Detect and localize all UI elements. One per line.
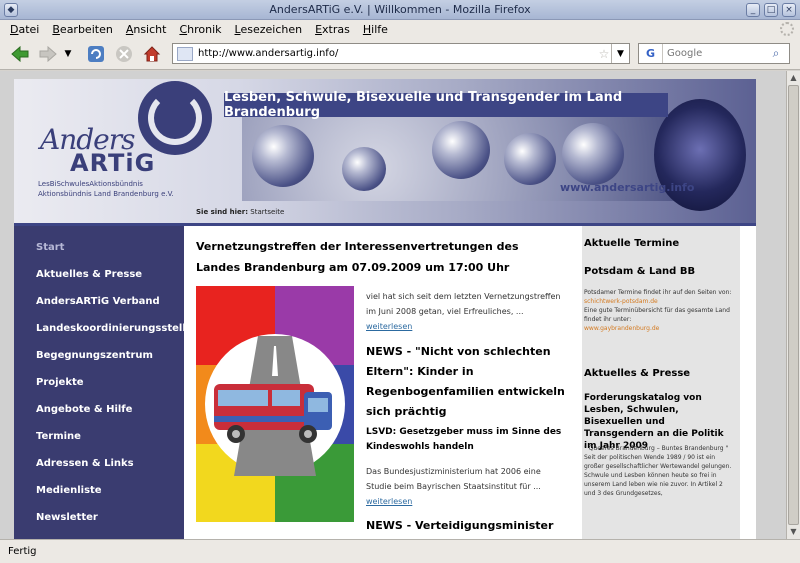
read-more-link-2[interactable]: weiterlesen [366, 497, 412, 506]
nav-item-begegnungszentrum[interactable]: Begegnungszentrum [36, 350, 153, 361]
search-input[interactable] [667, 48, 767, 59]
home-icon [143, 46, 161, 62]
logo-tagline-2: Aktionsbündnis Land Brandenburg e.V. [38, 190, 174, 198]
reload-icon [88, 46, 104, 62]
nav-item-aktuelles[interactable]: Aktuelles & Presse [36, 269, 142, 280]
window-titlebar: ◆ AndersARTiG e.V. | Willkommen - Mozill… [0, 0, 800, 20]
nav-item-newsletter[interactable]: Newsletter [36, 512, 98, 523]
banner-sphere [562, 123, 624, 185]
bookmark-star-icon[interactable]: ☆ [597, 47, 611, 61]
site-icon [177, 46, 193, 61]
nav-item-verband[interactable]: AndersARTiG Verband [36, 296, 160, 307]
search-engine-icon[interactable]: G [639, 44, 663, 63]
banner-sphere [342, 147, 386, 191]
scroll-down-icon[interactable]: ▼ [787, 525, 800, 539]
window-menu-icon[interactable]: ◆ [4, 3, 18, 17]
right-sidebar: Aktuelle Termine Potsdam & Land BB Potsd… [582, 226, 740, 539]
teaser-1-text: viel hat sich seit dem letzten Vernetzun… [366, 292, 561, 316]
menu-ansicht[interactable]: Ansicht [126, 23, 167, 36]
back-arrow-icon [11, 46, 29, 62]
logo-text-artig[interactable]: ARTiG [70, 149, 155, 177]
throbber-icon [780, 22, 794, 36]
article-teaser-2: Das Bundesjustizministerium hat 2006 ein… [366, 464, 561, 509]
minimize-icon[interactable]: _ [746, 3, 760, 17]
read-more-link-1[interactable]: weiterlesen [366, 322, 412, 331]
breadcrumb-label: Sie sind hier: [196, 208, 249, 216]
nav-item-termine[interactable]: Termine [36, 431, 81, 442]
search-bar[interactable]: G ⌕ [638, 43, 790, 64]
main-content: Vernetzungstreffen der Interessenvertret… [194, 226, 574, 539]
menu-datei[interactable]: Datei [10, 23, 39, 36]
region-heading: Potsdam & Land BB [584, 266, 696, 277]
breadcrumb-current[interactable]: Startseite [250, 208, 284, 216]
rainbow-bus-image [196, 286, 354, 522]
url-dropdown-icon[interactable]: ▼ [611, 44, 629, 63]
menubar: Datei Bearbeiten Ansicht Chronik Lesezei… [0, 20, 800, 38]
close-icon[interactable]: × [782, 3, 796, 17]
news-headline-1[interactable]: NEWS - "Nicht von schlechten Eltern": Ki… [366, 342, 566, 422]
nav-item-start[interactable]: Start [36, 242, 64, 253]
termine-info: Potsdamer Termine findet ihr auf den Sei… [584, 288, 736, 333]
scrollbar-thumb[interactable] [788, 85, 799, 525]
url-input[interactable] [198, 48, 597, 59]
menu-bearbeiten[interactable]: Bearbeiten [52, 23, 112, 36]
menu-chronik[interactable]: Chronik [179, 23, 221, 36]
page-viewport: Lesben, Schwule, Bisexuelle und Transgen… [0, 71, 800, 539]
window-title: AndersARTiG e.V. | Willkommen - Mozilla … [269, 3, 531, 16]
scroll-up-icon[interactable]: ▲ [787, 71, 800, 85]
reload-button[interactable] [86, 44, 106, 64]
press-article-text: " Queeres Brandenburg – Buntes Brandenbu… [584, 445, 732, 497]
stop-icon [116, 46, 132, 62]
web-page: Lesben, Schwule, Bisexuelle und Transgen… [14, 79, 756, 539]
stop-button[interactable] [114, 44, 134, 64]
forward-button[interactable] [38, 44, 58, 64]
termine-text-1: Potsdamer Termine findet ihr auf den Sei… [584, 289, 732, 296]
status-text: Fertig [8, 546, 37, 557]
url-bar[interactable]: ☆ ▼ [172, 43, 630, 64]
menu-lesezeichen[interactable]: Lesezeichen [235, 23, 303, 36]
site-banner: Lesben, Schwule, Bisexuelle und Transgen… [14, 79, 756, 225]
menu-hilfe[interactable]: Hilfe [363, 23, 388, 36]
search-go-icon[interactable]: ⌕ [767, 46, 785, 61]
termine-link-2[interactable]: www.gaybrandenburg.de [584, 325, 659, 332]
logo-tagline-1: LesBiSchwulesAktionsbündnis [38, 180, 143, 188]
banner-tagline: Lesben, Schwule, Bisexuelle und Transgen… [224, 90, 668, 120]
news-subheadline-1: LSVD: Gesetzgeber muss im Sinne des Kind… [366, 427, 562, 452]
teaser-2-text: Das Bundesjustizministerium hat 2006 ein… [366, 467, 541, 491]
vertical-scrollbar[interactable]: ▲ ▼ [786, 71, 800, 539]
menu-extras[interactable]: Extras [315, 23, 350, 36]
banner-url: www.andersartig.info [560, 181, 695, 194]
history-dropdown-button[interactable]: ▼ [62, 44, 74, 64]
banner-sphere [432, 121, 490, 179]
navigation-toolbar: ▼ ☆ ▼ G ⌕ [0, 38, 800, 70]
sidebar-nav: Start Aktuelles & Presse AndersARTiG Ver… [14, 226, 193, 539]
nav-item-projekte[interactable]: Projekte [36, 377, 84, 388]
maximize-icon[interactable]: □ [764, 3, 778, 17]
banner-sphere [252, 125, 314, 187]
nav-item-medienliste[interactable]: Medienliste [36, 485, 102, 496]
status-bar: Fertig [0, 539, 800, 563]
banner-sphere [504, 133, 556, 185]
breadcrumb: Sie sind hier: Startseite [196, 208, 284, 216]
article-headline[interactable]: Vernetzungstreffen der Interessenvertret… [196, 236, 566, 278]
press-heading: Aktuelles & Presse [584, 368, 691, 379]
news-headline-2[interactable]: NEWS - Verteidigungsminister [366, 519, 566, 532]
termine-link-1[interactable]: schichtwerk-potsdam.de [584, 298, 658, 305]
press-article-title[interactable]: Forderungskatalog von Lesben, Schwulen, … [584, 392, 736, 452]
logo-emblem [138, 81, 212, 155]
termine-heading: Aktuelle Termine [584, 238, 680, 249]
nav-item-adressen[interactable]: Adressen & Links [36, 458, 134, 469]
nav-item-landeskoordinierung[interactable]: Landeskoordinierungsstelle [36, 323, 193, 334]
back-button[interactable] [10, 44, 30, 64]
home-button[interactable] [142, 44, 162, 64]
nav-item-angebote[interactable]: Angebote & Hilfe [36, 404, 132, 415]
article-teaser-1: viel hat sich seit dem letzten Vernetzun… [366, 289, 561, 334]
forward-arrow-icon [39, 46, 57, 62]
termine-text-2: Eine gute Terminübersicht für das gesamt… [584, 307, 730, 323]
